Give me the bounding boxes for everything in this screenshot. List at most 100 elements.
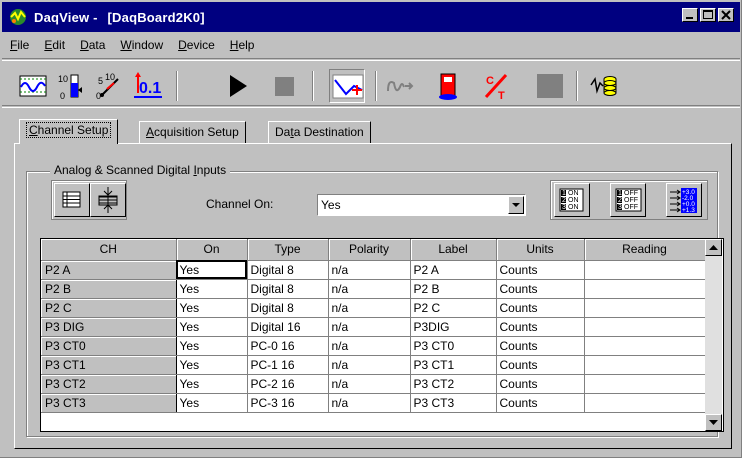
cell-label[interactable]: P2 C — [410, 298, 497, 318]
scroll-up-button[interactable] — [705, 239, 722, 256]
all-channels-on-button[interactable]: 1 ON 2 ON 3 ON — [554, 183, 590, 217]
cell-units[interactable]: Counts — [496, 336, 585, 356]
cell-polarity[interactable]: n/a — [328, 317, 411, 337]
table-row[interactable]: P3 CT3 Yes PC-3 16 n/a P3 CT3 Counts — [41, 393, 706, 413]
cell-label[interactable]: P3DIG — [410, 317, 497, 337]
cell-ch[interactable]: P3 DIG — [41, 317, 177, 337]
column-header-reading[interactable]: Reading — [584, 239, 706, 261]
cell-on[interactable]: Yes — [176, 298, 248, 318]
cell-reading[interactable] — [584, 374, 706, 394]
table-row[interactable]: P3 CT1 Yes PC-1 16 n/a P3 CT1 Counts — [41, 355, 706, 375]
disabled-button[interactable] — [532, 69, 568, 103]
cell-units[interactable]: Counts — [496, 355, 585, 375]
cell-label[interactable]: P3 CT3 — [410, 393, 497, 413]
cell-ch[interactable]: P3 CT1 — [41, 355, 177, 375]
cell-label[interactable]: P3 CT0 — [410, 336, 497, 356]
menu-data[interactable]: Data — [72, 35, 112, 55]
cell-reading[interactable] — [584, 355, 706, 375]
cell-label[interactable]: P3 CT1 — [410, 355, 497, 375]
column-header-polarity[interactable]: Polarity — [328, 239, 411, 261]
column-header-on[interactable]: On — [176, 239, 248, 261]
cell-units[interactable]: Counts — [496, 298, 585, 318]
cell-ch[interactable]: P3 CT0 — [41, 336, 177, 356]
cell-on[interactable]: Yes — [176, 279, 248, 299]
column-header-units[interactable]: Units — [496, 239, 585, 261]
menu-window[interactable]: Window — [112, 35, 170, 55]
cell-label[interactable]: P3 CT2 — [410, 374, 497, 394]
chart-display-button[interactable] — [329, 69, 365, 103]
cell-polarity[interactable]: n/a — [328, 393, 411, 413]
cell-polarity[interactable]: n/a — [328, 279, 411, 299]
menu-help[interactable]: Help — [222, 35, 262, 55]
calibrate-button[interactable]: C T — [478, 69, 514, 103]
cell-ch[interactable]: P2 B — [41, 279, 177, 299]
dropdown-button[interactable] — [508, 196, 524, 214]
cell-units[interactable]: Counts — [496, 374, 585, 394]
read-channels-button[interactable]: +3.0 -2.0 +0.0 +1.3 — [666, 183, 702, 217]
table-row[interactable]: P2 C Yes Digital 8 n/a P2 C Counts — [41, 298, 706, 318]
digital-meter-button[interactable]: 0.1 — [130, 69, 166, 103]
column-header-type[interactable]: Type — [247, 239, 329, 261]
cell-polarity[interactable]: n/a — [328, 374, 411, 394]
title-bar[interactable]: DaqView - [DaqBoard2K0] — [2, 2, 740, 32]
cell-reading[interactable] — [584, 298, 706, 318]
menu-edit[interactable]: Edit — [36, 35, 72, 55]
cell-on[interactable]: Yes — [176, 393, 248, 413]
cell-on[interactable]: Yes — [176, 317, 248, 337]
cell-reading[interactable] — [584, 336, 706, 356]
cell-reading[interactable] — [584, 317, 706, 337]
table-row[interactable]: P2 B Yes Digital 8 n/a P2 B Counts — [41, 279, 706, 299]
cell-units[interactable]: Counts — [496, 393, 585, 413]
bar-graph-button[interactable]: 10 0 — [54, 69, 90, 103]
cell-units[interactable]: Counts — [496, 279, 585, 299]
table-row[interactable]: P3 CT0 Yes PC-0 16 n/a P3 CT0 Counts — [41, 336, 706, 356]
cell-polarity[interactable]: n/a — [328, 336, 411, 356]
menu-device[interactable]: Device — [170, 35, 222, 55]
table-row[interactable]: P3 CT2 Yes PC-2 16 n/a P3 CT2 Counts — [41, 374, 706, 394]
cell-ch[interactable]: P2 C — [41, 298, 177, 318]
cell-type[interactable]: Digital 16 — [247, 317, 329, 337]
tab-acquisition-setup[interactable]: Acquisition Setup — [139, 121, 246, 143]
cell-type[interactable]: Digital 8 — [247, 279, 329, 299]
cell-type[interactable]: Digital 8 — [247, 260, 329, 280]
cell-type[interactable]: Digital 8 — [247, 298, 329, 318]
cell-ch[interactable]: P2 A — [41, 260, 177, 280]
cell-on[interactable]: Yes — [176, 336, 248, 356]
cell-reading[interactable] — [584, 279, 706, 299]
cell-on[interactable]: Yes — [176, 374, 248, 394]
maximize-button[interactable] — [700, 8, 716, 22]
cell-type[interactable]: PC-1 16 — [247, 355, 329, 375]
tab-data-destination[interactable]: Data Destination — [268, 121, 371, 143]
record-to-disk-button[interactable] — [430, 69, 466, 103]
cell-ch[interactable]: P3 CT3 — [41, 393, 177, 413]
cell-label[interactable]: P2 B — [410, 279, 497, 299]
close-button[interactable] — [718, 8, 734, 22]
tab-channel-setup[interactable]: Channel Setup — [19, 119, 119, 144]
cell-units[interactable]: Counts — [496, 317, 585, 337]
expand-view-button[interactable] — [90, 183, 126, 217]
menu-file[interactable]: File — [2, 35, 36, 55]
analog-meter-button[interactable]: 10 5 0 — [92, 69, 128, 103]
cell-on[interactable]: Yes — [176, 355, 248, 375]
cell-reading[interactable] — [584, 393, 706, 413]
vertical-scrollbar[interactable] — [705, 239, 722, 431]
cell-on[interactable]: Yes — [176, 260, 248, 280]
spreadsheet-view-button[interactable] — [54, 183, 90, 217]
signal-database-button[interactable] — [588, 69, 624, 103]
cell-polarity[interactable]: n/a — [328, 298, 411, 318]
stop-button[interactable] — [266, 69, 302, 103]
scroll-down-button[interactable] — [705, 414, 722, 431]
cell-type[interactable]: PC-0 16 — [247, 336, 329, 356]
cell-type[interactable]: PC-3 16 — [247, 393, 329, 413]
column-header-ch[interactable]: CH — [41, 239, 177, 261]
minimize-button[interactable] — [682, 8, 698, 22]
cell-reading[interactable] — [584, 260, 706, 280]
cell-units[interactable]: Counts — [496, 260, 585, 280]
scope-display-button[interactable] — [16, 69, 52, 103]
cell-polarity[interactable]: n/a — [328, 355, 411, 375]
playback-button[interactable] — [382, 69, 418, 103]
all-channels-off-button[interactable]: 1 OFF 2 OFF 3 OFF — [610, 183, 646, 217]
cell-label[interactable]: P2 A — [410, 260, 497, 280]
table-row[interactable]: P3 DIG Yes Digital 16 n/a P3DIG Counts — [41, 317, 706, 337]
channel-on-select[interactable]: Yes — [317, 194, 526, 216]
